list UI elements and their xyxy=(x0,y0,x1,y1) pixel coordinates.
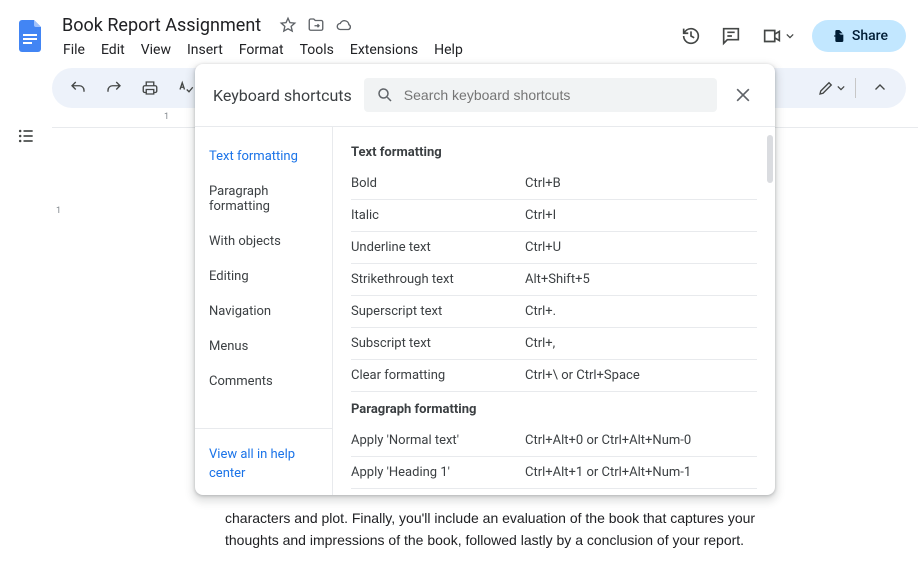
title-area: Book Report Assignment File Edit View In… xyxy=(56,13,680,60)
document-title[interactable]: Book Report Assignment xyxy=(56,13,267,38)
sidebar-item-comments[interactable]: Comments xyxy=(195,364,332,399)
shortcuts-list[interactable]: Text formatting BoldCtrl+B ItalicCtrl+I … xyxy=(333,127,775,495)
shortcut-row: Apply 'Heading 2'Ctrl+Alt+2 or Ctrl+Alt+… xyxy=(351,489,757,495)
shortcut-row: Apply 'Normal text'Ctrl+Alt+0 or Ctrl+Al… xyxy=(351,425,757,457)
share-button[interactable]: Share xyxy=(812,20,906,52)
menu-extensions[interactable]: Extensions xyxy=(343,40,425,60)
app-header: Book Report Assignment File Edit View In… xyxy=(0,0,918,64)
sidebar-item-menus[interactable]: Menus xyxy=(195,329,332,364)
vertical-ruler[interactable]: 1 xyxy=(52,128,68,562)
document-body[interactable]: characters and plot. Finally, you'll inc… xyxy=(225,507,858,552)
search-box[interactable] xyxy=(364,78,717,112)
menu-insert[interactable]: Insert xyxy=(180,40,230,60)
editing-mode-button[interactable] xyxy=(817,74,845,102)
collapse-button[interactable] xyxy=(866,74,894,102)
sidebar-item-with-objects[interactable]: With objects xyxy=(195,224,332,259)
sidebar-item-editing[interactable]: Editing xyxy=(195,259,332,294)
menu-tools[interactable]: Tools xyxy=(293,40,341,60)
shortcut-row: ItalicCtrl+I xyxy=(351,200,757,232)
dialog-title: Keyboard shortcuts xyxy=(213,86,352,105)
history-icon[interactable] xyxy=(680,25,702,47)
sidebar-item-text-formatting[interactable]: Text formatting xyxy=(195,139,332,174)
search-input[interactable] xyxy=(404,87,705,103)
outline-toggle[interactable] xyxy=(10,120,42,152)
dialog-sidebar: Text formatting Paragraph formatting Wit… xyxy=(195,127,333,495)
menu-edit[interactable]: Edit xyxy=(94,40,132,60)
section-heading: Text formatting xyxy=(351,135,757,168)
menu-format[interactable]: Format xyxy=(232,40,291,60)
share-label: Share xyxy=(852,28,888,44)
undo-button[interactable] xyxy=(64,74,92,102)
print-button[interactable] xyxy=(136,74,164,102)
comment-icon[interactable] xyxy=(720,25,742,47)
shortcut-row: Subscript textCtrl+, xyxy=(351,328,757,360)
shortcut-row: Apply 'Heading 1'Ctrl+Alt+1 or Ctrl+Alt+… xyxy=(351,457,757,489)
menu-bar: File Edit View Insert Format Tools Exten… xyxy=(56,40,680,60)
shortcut-row: BoldCtrl+B xyxy=(351,168,757,200)
shortcut-row: Superscript textCtrl+. xyxy=(351,296,757,328)
move-icon[interactable] xyxy=(307,16,325,34)
shortcut-row: Clear formattingCtrl+\ or Ctrl+Space xyxy=(351,360,757,392)
menu-file[interactable]: File xyxy=(56,40,92,60)
scrollbar[interactable] xyxy=(767,135,773,183)
help-center-link[interactable]: View all in help center xyxy=(209,447,295,481)
shortcut-row: Strikethrough textAlt+Shift+5 xyxy=(351,264,757,296)
docs-logo[interactable] xyxy=(12,18,48,54)
menu-help[interactable]: Help xyxy=(427,40,470,60)
sidebar-item-navigation[interactable]: Navigation xyxy=(195,294,332,329)
cloud-icon[interactable] xyxy=(335,16,353,34)
section-heading: Paragraph formatting xyxy=(351,392,757,425)
search-icon xyxy=(376,86,394,104)
shortcut-row: Underline textCtrl+U xyxy=(351,232,757,264)
close-button[interactable] xyxy=(729,81,757,109)
sidebar-item-paragraph-formatting[interactable]: Paragraph formatting xyxy=(195,174,332,224)
close-icon xyxy=(733,85,753,105)
redo-button[interactable] xyxy=(100,74,128,102)
meet-icon[interactable] xyxy=(760,25,794,47)
menu-view[interactable]: View xyxy=(134,40,178,60)
star-icon[interactable] xyxy=(279,16,297,34)
keyboard-shortcuts-dialog: Keyboard shortcuts Text formatting Parag… xyxy=(195,64,775,495)
